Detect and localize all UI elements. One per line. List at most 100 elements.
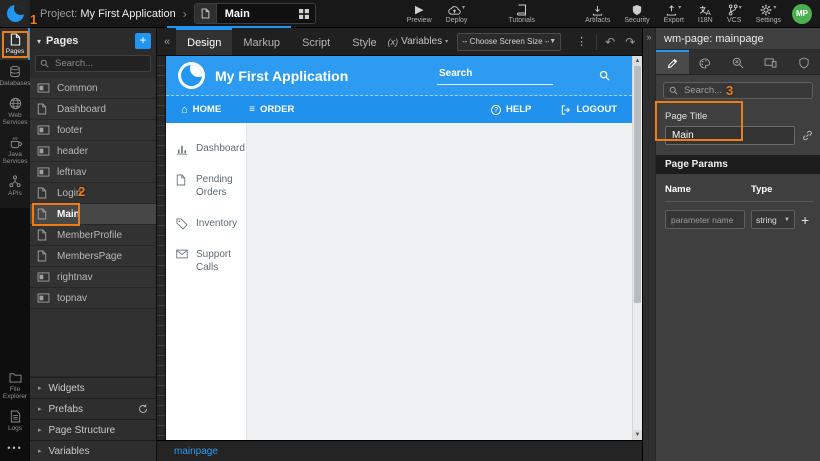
pages-list-item-main[interactable]: Main — [30, 204, 156, 225]
tab-devices[interactable] — [754, 50, 787, 74]
pages-search-input[interactable] — [53, 57, 146, 70]
partial-page-icon — [37, 83, 50, 93]
redo-button[interactable]: ↷ — [620, 35, 640, 49]
ellipsis-icon: ••• — [7, 443, 22, 453]
param-type-select[interactable]: string ▼ — [751, 210, 795, 229]
editor-column: « Design Markup Script Style (x) Variabl… — [157, 28, 642, 461]
log-file-icon — [10, 409, 21, 423]
export-button[interactable]: ▾ Export — [664, 0, 684, 27]
caret-right-icon: ▸ — [38, 384, 42, 392]
nav-order[interactable]: ≡ ORDER — [249, 104, 294, 115]
pages-list-item-leftnav[interactable]: leftnav — [30, 162, 156, 183]
folder-icon — [9, 370, 22, 384]
app-content-area[interactable] — [247, 123, 632, 440]
tab-security[interactable] — [787, 50, 820, 74]
section-page-structure[interactable]: ▸ Page Structure — [30, 419, 156, 440]
wavemaker-logo[interactable] — [0, 0, 30, 27]
nav-home[interactable]: ⌂ HOME — [181, 104, 221, 116]
section-widgets[interactable]: ▸ Widgets — [30, 377, 156, 398]
tab-properties[interactable] — [656, 50, 689, 74]
user-avatar[interactable]: MP — [792, 4, 812, 24]
pages-list-item-login[interactable]: Login — [30, 183, 156, 204]
collapse-right-strip[interactable]: » — [643, 28, 656, 461]
app-search-input[interactable]: Search — [437, 66, 553, 85]
app-body: Dashboard Pending Orders I — [166, 123, 632, 440]
vcs-button[interactable]: ▾ VCS — [727, 0, 742, 27]
page-title-row — [656, 126, 820, 155]
rail-item-apis[interactable]: APIs — [0, 170, 30, 202]
breadcrumb-mainpage[interactable]: mainpage — [174, 446, 218, 457]
rail-item-file-explorer[interactable]: File Explorer — [0, 366, 30, 405]
tab-script[interactable]: Script — [291, 28, 341, 55]
tab-styles[interactable] — [689, 50, 722, 74]
pages-list-item-topnav[interactable]: topnav — [30, 288, 156, 309]
tab-zoom-disabled[interactable] — [722, 50, 755, 74]
undo-button[interactable]: ↶ — [600, 35, 620, 49]
add-param-button[interactable]: + — [801, 213, 809, 227]
pages-list-item-memberspage[interactable]: MembersPage — [30, 246, 156, 267]
pages-list-item-rightnav[interactable]: rightnav — [30, 267, 156, 288]
sidebar-item-dashboard[interactable]: Dashboard — [166, 133, 246, 164]
section-prefabs[interactable]: ▸ Prefabs — [30, 398, 156, 419]
tab-style[interactable]: Style — [341, 28, 387, 55]
rail-item-databases[interactable]: Databases — [0, 60, 30, 92]
collapse-left-icon[interactable]: « — [157, 36, 176, 48]
magnifier-x-icon — [732, 57, 744, 69]
help-icon: ? — [491, 105, 501, 115]
sidebar-item-inventory[interactable]: Inventory — [166, 208, 246, 239]
page-selector[interactable]: Main — [194, 3, 316, 24]
pages-search[interactable] — [35, 55, 151, 72]
settings-button[interactable]: ▾ Settings — [756, 0, 781, 27]
rail-item-web-services[interactable]: Web Services — [0, 92, 30, 131]
artifacts-button[interactable]: Artifacts — [585, 0, 610, 27]
security-button[interactable]: Security — [624, 0, 649, 27]
more-options-icon[interactable]: ⋮ — [570, 35, 593, 48]
rail-item-logs[interactable]: Logs — [0, 405, 30, 437]
pages-list-item-dashboard[interactable]: Dashboard — [30, 99, 156, 120]
tab-design[interactable]: Design — [176, 28, 232, 55]
pages-list-item-header[interactable]: header — [30, 141, 156, 162]
tab-markup[interactable]: Markup — [232, 28, 291, 55]
bind-link-icon[interactable] — [802, 130, 813, 141]
deploy-button[interactable]: ▾ Deploy — [446, 0, 468, 27]
grid-icon[interactable] — [293, 9, 315, 19]
sidebar-item-pending-orders[interactable]: Pending Orders — [166, 164, 246, 208]
variables-dropdown[interactable]: (x) Variables ▾ — [388, 36, 448, 47]
preview-button[interactable]: ▶ Preview — [407, 0, 432, 27]
pages-icon — [10, 32, 21, 46]
rail-more-button[interactable]: ••• — [0, 437, 30, 461]
page-title-input[interactable] — [665, 126, 795, 145]
ide-topbar: Project: My First Application › Main ▶ P… — [0, 0, 820, 28]
scrollbar-thumb[interactable] — [634, 66, 641, 303]
scroll-up-icon[interactable]: ▲ — [633, 56, 642, 66]
caret-down-icon[interactable]: ▾ — [37, 37, 41, 46]
rail-item-java-services[interactable]: Java Services — [0, 131, 30, 170]
add-page-button[interactable]: + — [135, 33, 151, 49]
rail-item-pages[interactable]: Pages — [0, 28, 30, 60]
nav-logout[interactable]: LOGOUT — [561, 104, 617, 115]
globe-icon — [9, 96, 22, 110]
play-icon: ▶ — [415, 3, 423, 16]
section-variables[interactable]: ▸ Variables — [30, 440, 156, 461]
search-icon — [669, 86, 678, 95]
pages-list-item-memberprofile[interactable]: MemberProfile — [30, 225, 156, 246]
branch-icon: ▾ — [727, 3, 742, 16]
pencil-icon — [667, 58, 678, 69]
pages-list-item-common[interactable]: Common — [30, 78, 156, 99]
tutorials-button[interactable]: Tutorials — [508, 0, 535, 27]
properties-search-input[interactable] — [682, 84, 807, 97]
properties-search[interactable] — [663, 82, 813, 99]
refresh-icon[interactable] — [138, 404, 148, 414]
pages-list-item-footer[interactable]: footer — [30, 120, 156, 141]
pages-list-empty-area — [30, 309, 156, 377]
properties-tabs — [656, 50, 820, 75]
search-icon[interactable] — [599, 70, 610, 81]
screen-size-select[interactable]: -- Choose Screen Size -- ▼ — [457, 33, 561, 51]
scroll-down-icon[interactable]: ▼ — [633, 430, 642, 440]
i18n-button[interactable]: A I18N — [698, 0, 713, 27]
sidebar-item-support-calls[interactable]: Support Calls — [166, 239, 246, 283]
param-name-input[interactable] — [665, 210, 745, 229]
nav-help[interactable]: ? HELP — [491, 104, 531, 115]
canvas-scrollbar[interactable]: ▲ ▼ — [632, 56, 642, 440]
caret-down-icon: ▼ — [549, 38, 556, 45]
